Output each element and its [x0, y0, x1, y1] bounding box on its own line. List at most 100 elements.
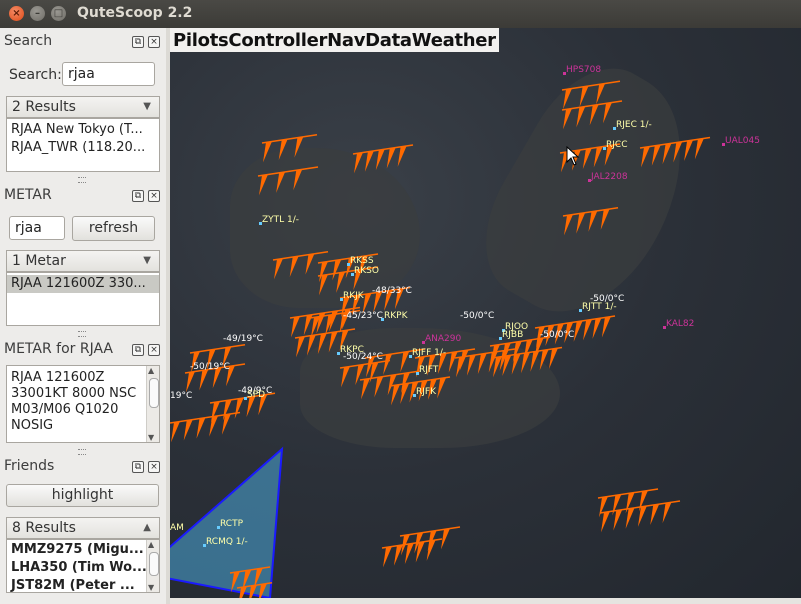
airport-label[interactable]: RCTP	[220, 519, 243, 529]
search-dock-buttons: ⧉ ×	[132, 36, 160, 48]
metar-line: NOSIG	[11, 418, 54, 433]
wind-barb	[261, 134, 318, 163]
search-label: Search:	[9, 67, 62, 83]
search-dock-title: Search	[4, 33, 53, 49]
float-icon[interactable]: ⧉	[132, 36, 144, 48]
metar-dock-title: METAR	[4, 187, 52, 203]
search-input[interactable]: rjaa	[62, 62, 155, 86]
metar-line: M03/M06 Q1020	[11, 402, 119, 417]
maximize-window-button[interactable]: □	[51, 6, 66, 21]
close-icon[interactable]: ×	[148, 344, 160, 356]
scroll-up-icon[interactable]: ▲	[148, 540, 154, 549]
metar-count: 1 Metar	[12, 253, 66, 269]
wind-barb	[562, 207, 619, 236]
list-item[interactable]: MMZ9275 (Migu...	[7, 541, 159, 559]
float-icon[interactable]: ⧉	[132, 190, 144, 202]
mouse-cursor-icon	[566, 146, 580, 166]
close-window-button[interactable]: ×	[9, 6, 24, 21]
airport-label[interactable]: RKJK	[343, 291, 364, 301]
airport-label[interactable]: RJFF 1/-	[412, 348, 446, 358]
metar-input[interactable]: rjaa	[9, 216, 65, 240]
temperature-label: -50/19°C	[190, 362, 230, 372]
airport-label[interactable]: RJCC	[606, 140, 627, 150]
scrollbar[interactable]: ▲ ▼	[146, 366, 159, 442]
temperature-label: 19°C	[170, 391, 193, 401]
metar-count-combo[interactable]: 1 Metar ▼	[6, 250, 160, 272]
list-item[interactable]: LHA350 (Tim Wo...	[7, 559, 159, 577]
refresh-button[interactable]: refresh	[72, 216, 155, 241]
airport-label[interactable]: RCMQ 1/-	[206, 537, 248, 547]
friends-list: MMZ9275 (Migu... LHA350 (Tim Wo... JST82…	[6, 539, 160, 593]
friends-results-combo[interactable]: 8 Results ▲	[6, 517, 160, 539]
scrollbar[interactable]: ▲ ▼	[146, 540, 159, 592]
metar-line: RJAA 121600Z	[11, 370, 105, 385]
wind-barb	[170, 411, 241, 443]
search-results-count: 2 Results	[12, 99, 76, 115]
airport-label[interactable]: RKPK	[384, 311, 407, 321]
pilot-label[interactable]: ANA290	[425, 334, 461, 344]
airport-label[interactable]: RJTT 1/-	[582, 302, 617, 312]
highlight-button[interactable]: highlight	[6, 484, 159, 507]
status-bar	[170, 598, 801, 604]
scroll-thumb[interactable]	[149, 552, 159, 576]
scroll-down-icon[interactable]: ▼	[148, 433, 154, 442]
list-item[interactable]: RJAA_TWR (118.20...	[7, 139, 159, 157]
dropdown-arrow-icon: ▼	[143, 101, 151, 112]
wind-barb	[561, 100, 623, 130]
wind-barb	[257, 166, 319, 196]
metar-detail-dock-buttons: ⧉ ×	[132, 344, 160, 356]
pilot-label[interactable]: JAL2208	[591, 172, 628, 182]
resize-grip[interactable]	[78, 177, 86, 183]
airport-label[interactable]: RKSO	[354, 266, 379, 276]
minimize-window-button[interactable]: –	[30, 6, 45, 21]
airport-label[interactable]: RJFK	[416, 387, 436, 397]
pilot-label[interactable]: HPS708	[566, 65, 601, 75]
window-title: QuteScoop 2.2	[77, 5, 193, 21]
list-item[interactable]: JST82M (Peter ...	[7, 577, 159, 592]
menu-navdata[interactable]: NavData	[327, 30, 412, 51]
resize-grip[interactable]	[78, 331, 86, 337]
airport-label[interactable]: RKSS	[350, 256, 374, 266]
map-view[interactable]: Pilots Controller NavData Weather HPS708…	[170, 28, 801, 598]
wind-barb	[639, 136, 711, 168]
airport-label[interactable]: ZYTL 1/-	[262, 215, 299, 225]
metar-dock-buttons: ⧉ ×	[132, 190, 160, 202]
resize-grip[interactable]	[78, 449, 86, 455]
search-results-combo[interactable]: 2 Results ▼	[6, 96, 160, 118]
dropdown-arrow-icon: ▲	[143, 522, 151, 533]
list-item[interactable]: RJAA 121600Z 330...	[7, 275, 159, 293]
metar-list: RJAA 121600Z 330...	[6, 272, 160, 326]
close-icon[interactable]: ×	[148, 461, 160, 473]
temperature-label: -45/23°C	[343, 311, 383, 321]
list-item[interactable]: RJAA New Tokyo (T...	[7, 121, 159, 139]
temperature-label: -50/24°C	[343, 352, 383, 362]
scroll-thumb[interactable]	[149, 378, 159, 408]
dropdown-arrow-icon: ▼	[143, 255, 151, 266]
airport-label[interactable]: RJFT	[419, 365, 438, 375]
airport-label[interactable]: SPD	[247, 390, 265, 400]
wind-barb	[352, 144, 414, 174]
friends-results-count: 8 Results	[12, 520, 76, 536]
menu-pilots[interactable]: Pilots	[173, 30, 229, 51]
title-bar: × – □ QuteScoop 2.2	[0, 0, 801, 28]
close-icon[interactable]: ×	[148, 190, 160, 202]
scroll-down-icon[interactable]: ▼	[148, 583, 154, 592]
friends-dock-title: Friends	[4, 458, 55, 474]
pilot-label[interactable]: UAL045	[725, 136, 760, 146]
airport-label[interactable]: AM	[170, 523, 184, 533]
temperature-label: -48/33°C	[372, 286, 412, 296]
temperature-label: -50/0°C	[460, 311, 495, 321]
pilot-label[interactable]: KAL82	[666, 319, 694, 329]
menu-weather[interactable]: Weather	[412, 30, 496, 51]
close-icon[interactable]: ×	[148, 36, 160, 48]
metar-line: 33001KT 8000 NSC	[11, 386, 137, 401]
airport-label[interactable]: RJBB	[502, 330, 523, 340]
wind-barb	[209, 392, 276, 423]
menu-controller[interactable]: Controller	[228, 30, 327, 51]
friends-dock-buttons: ⧉ ×	[132, 461, 160, 473]
float-icon[interactable]: ⧉	[132, 344, 144, 356]
airport-label[interactable]: RJEC 1/-	[616, 120, 652, 130]
float-icon[interactable]: ⧉	[132, 461, 144, 473]
metar-detail-text: RJAA 121600Z 33001KT 8000 NSC M03/M06 Q1…	[6, 365, 160, 443]
scroll-up-icon[interactable]: ▲	[148, 366, 154, 375]
